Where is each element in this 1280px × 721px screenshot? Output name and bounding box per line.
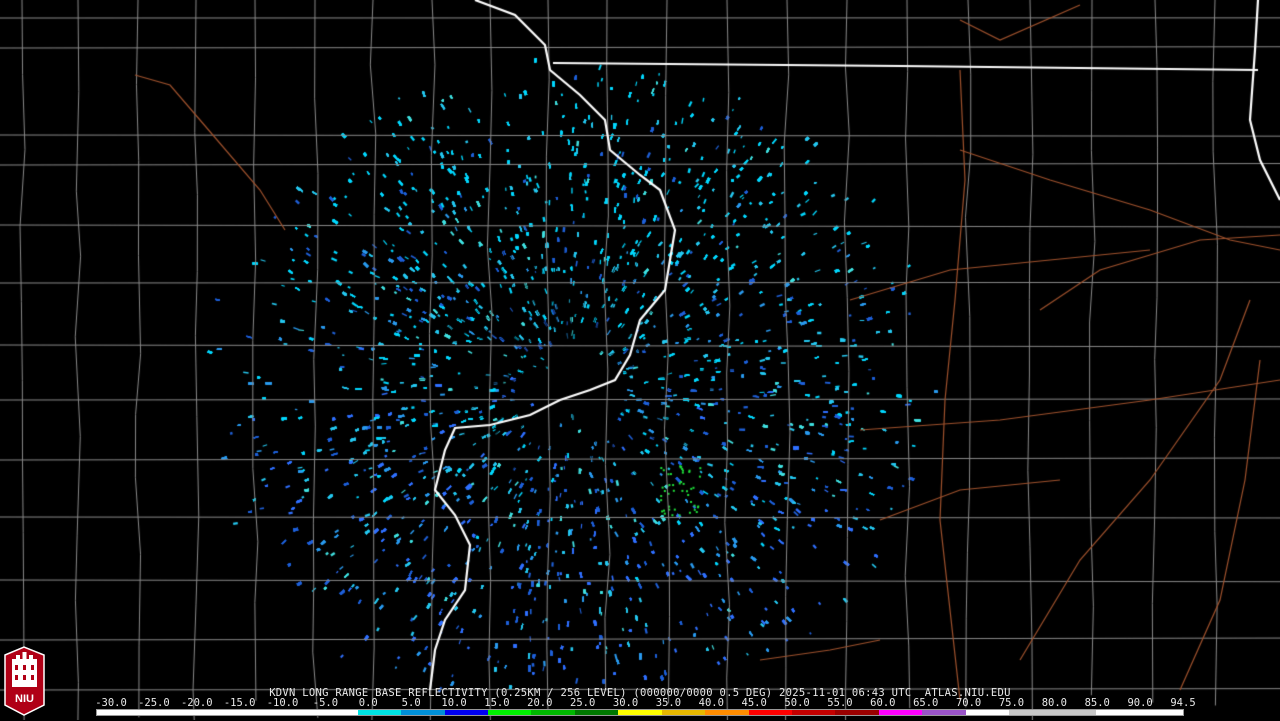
colorbar-tick-label: 75.0 [998,697,1025,709]
colorbar-segment [618,710,662,715]
colorbar-segment [748,710,792,715]
colorbar-segment [401,710,445,715]
colorbar-tick-label: 40.0 [698,697,724,709]
colorbar-tick-label: 10.0 [441,697,467,709]
colorbar-tick-label: 80.0 [1041,697,1068,709]
colorbar-tick-label: 70.0 [955,697,982,709]
colorbar-segment [835,710,879,715]
colorbar-tick-label: 0.0 [358,697,378,709]
colorbar-tick-label: 50.0 [784,697,810,709]
colorbar-tick-label: 55.0 [827,697,853,709]
colorbar-segment [1052,710,1097,715]
colorbar-tick-label: 90.0 [1127,697,1153,709]
colorbar-segment [965,710,1010,715]
colorbar-tick-label: -20.0 [180,697,213,709]
colorbar-segment [574,710,619,715]
colorbar-segment [314,710,358,715]
colorbar [96,709,1184,716]
colorbar-segment [140,710,184,715]
colorbar-tick-label: -15.0 [223,697,256,709]
colorbar-segment [531,710,575,715]
colorbar-tick-label: 15.0 [484,697,510,709]
colorbar-segment [661,710,706,715]
colorbar-segment [227,710,271,715]
colorbar-tick-label: 94.5 [1170,697,1196,709]
radar-map [0,0,1280,720]
colorbar-tick-labels: -30.0 -25.0 -20.0 -15.0 -10.0 -5.0 0.0 5.0 10.0 1… [0,697,1280,709]
colorbar-segment [444,710,488,715]
colorbar-segment [705,710,749,715]
colorbar-tick-label: 25.0 [570,697,596,709]
colorbar-segment [1096,710,1140,715]
colorbar-segment [1139,710,1183,715]
colorbar-tick-label: 35.0 [655,697,682,709]
colorbar-tick-label: 65.0 [913,697,939,709]
colorbar-segment [922,710,966,715]
colorbar-segment [270,710,315,715]
colorbar-segment [487,710,532,715]
colorbar-tick-label: -25.0 [138,697,170,709]
colorbar-segment [183,710,228,715]
colorbar-segment [97,710,141,715]
colorbar-segment [878,710,923,715]
colorbar-segment [1009,710,1053,715]
colorbar-tick-label: -30.0 [95,697,127,709]
colorbar-tick-label: 45.0 [741,697,767,709]
colorbar-tick-label: -5.0 [312,697,339,709]
colorbar-tick-label: 5.0 [401,697,421,709]
colorbar-tick-label: 30.0 [612,697,639,709]
colorbar-segment [357,710,402,715]
colorbar-tick-label: 60.0 [870,697,896,709]
colorbar-tick-label: -10.0 [266,697,299,709]
colorbar-tick-label: 85.0 [1084,697,1110,709]
colorbar-segment [792,710,836,715]
colorbar-tick-label: 20.0 [527,697,553,709]
